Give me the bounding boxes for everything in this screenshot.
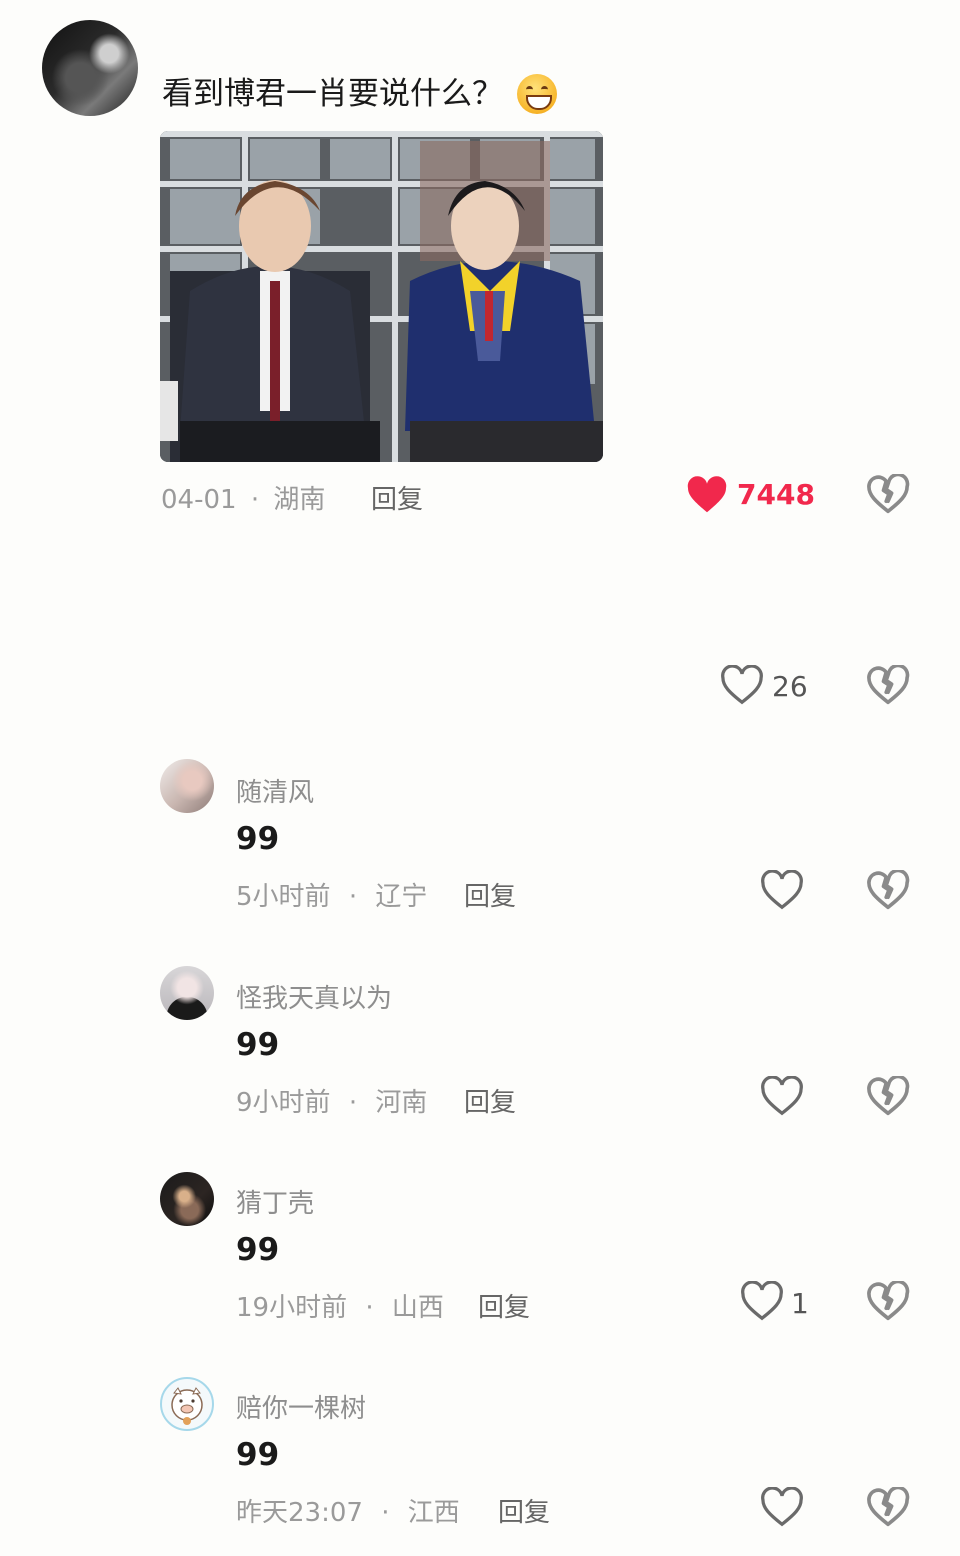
reply-button[interactable]: 回复: [498, 1492, 550, 1529]
reply-location: 山西: [391, 1293, 444, 1323]
heart-outline-icon[interactable]: [720, 665, 764, 705]
reply-button[interactable]: 回复: [478, 1287, 530, 1324]
reply-meta: 昨天23:07 · 江西: [236, 1492, 460, 1529]
reply-username[interactable]: 随清风: [236, 772, 314, 809]
reply-avatar[interactable]: [160, 1172, 214, 1226]
main-like-count: 7448: [737, 478, 815, 511]
main-comment-body: 看到博君一肖要说什么？: [162, 76, 503, 112]
broken-heart-icon[interactable]: [866, 870, 910, 910]
reply-location: 河南: [375, 1088, 428, 1118]
main-comment-date: 04-01: [161, 485, 237, 515]
main-reply-button[interactable]: 回复: [371, 479, 423, 516]
comment-photo[interactable]: [160, 131, 603, 462]
cartoon-pig-icon: [171, 1387, 203, 1425]
meta-separator: ·: [250, 485, 260, 515]
reply-username[interactable]: 赔你一棵树: [236, 1388, 366, 1425]
reply-time: 9小时前: [236, 1088, 331, 1118]
reply-button[interactable]: 回复: [464, 876, 516, 913]
reply-location: 辽宁: [375, 882, 428, 912]
heart-filled-icon[interactable]: [686, 476, 728, 514]
broken-heart-icon[interactable]: [866, 1281, 910, 1321]
reply-text: 99: [236, 821, 280, 857]
reply-text: 99: [236, 1232, 280, 1268]
main-comment-meta: 04-01 · 湖南: [161, 479, 325, 516]
heart-outline-icon[interactable]: [760, 870, 804, 910]
reply-text: 99: [236, 1027, 280, 1063]
reply-avatar[interactable]: [160, 1377, 214, 1431]
reply-avatar[interactable]: [160, 759, 214, 813]
reply-button[interactable]: 回复: [464, 1082, 516, 1119]
meta-separator: ·: [365, 1293, 374, 1323]
reply-time: 19小时前: [236, 1293, 348, 1323]
thread-like-count: 26: [772, 670, 808, 703]
heart-outline-icon[interactable]: [740, 1281, 784, 1321]
grinning-face-emoji-icon: [517, 74, 557, 114]
reply-location: 江西: [407, 1498, 460, 1528]
reply-text: 99: [236, 1437, 280, 1473]
meta-separator: ·: [348, 882, 358, 912]
reply-username[interactable]: 怪我天真以为: [236, 978, 392, 1015]
reply-meta: 19小时前 · 山西: [236, 1287, 444, 1324]
broken-heart-icon[interactable]: [866, 474, 910, 514]
heart-outline-icon[interactable]: [760, 1487, 804, 1527]
reply-username[interactable]: 猜丁壳: [236, 1183, 314, 1220]
main-comment-text: 看到博君一肖要说什么？: [162, 72, 557, 116]
reply-meta: 5小时前 · 辽宁: [236, 876, 427, 913]
reply-meta: 9小时前 · 河南: [236, 1082, 427, 1119]
heart-outline-icon[interactable]: [760, 1076, 804, 1116]
reply-avatar[interactable]: [160, 966, 214, 1020]
broken-heart-icon[interactable]: [866, 665, 910, 705]
meta-separator: ·: [381, 1498, 390, 1528]
reply-time: 5小时前: [236, 882, 331, 912]
main-comment-location: 湖南: [273, 485, 326, 515]
reply-time: 昨天23:07: [236, 1498, 363, 1528]
meta-separator: ·: [348, 1088, 358, 1118]
main-commenter-avatar[interactable]: [42, 20, 138, 116]
reply-like-count: 1: [791, 1287, 809, 1320]
broken-heart-icon[interactable]: [866, 1487, 910, 1527]
broken-heart-icon[interactable]: [866, 1076, 910, 1116]
